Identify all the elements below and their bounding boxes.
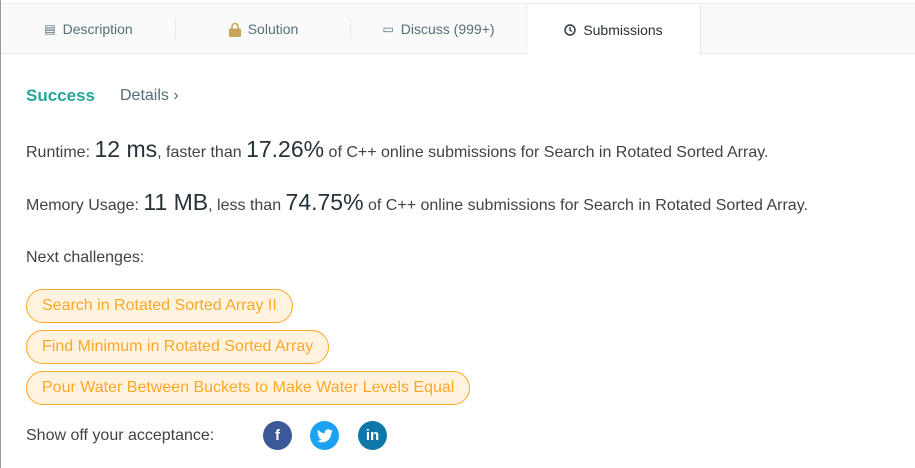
tab-discuss[interactable]: ▭ Discuss (999+) [351, 4, 526, 54]
runtime-line: Runtime: 12 ms, faster than 17.26% of C+… [26, 136, 769, 162]
tab-bar: ▤ Description Solution ▭ Discuss (999+) Su… [1, 3, 915, 55]
challenge-link[interactable]: Search in Rotated Sorted Array II [26, 289, 293, 323]
facebook-icon[interactable]: f [263, 421, 292, 450]
challenge-link[interactable]: Pour Water Between Buckets to Make Water… [26, 371, 471, 405]
clock-icon [564, 23, 577, 36]
linkedin-icon[interactable]: in [358, 421, 387, 450]
memory-value: 11 MB [143, 189, 209, 215]
lock-icon [228, 22, 241, 37]
details-link[interactable]: Details › [120, 87, 179, 105]
twitter-icon[interactable] [310, 421, 339, 450]
comment-icon: ▭ [382, 22, 394, 36]
success-label: Success [26, 86, 95, 105]
share-label: Show off your acceptance: [26, 427, 215, 444]
tab-submissions[interactable]: Submissions [526, 4, 701, 55]
next-challenges-label: Next challenges: [26, 249, 145, 266]
runtime-value: 12 ms [94, 136, 158, 162]
result-status: Success Details › [26, 86, 179, 106]
description-icon: ▤ [44, 22, 56, 36]
chevron-right-icon: › [173, 87, 179, 104]
challenge-link[interactable]: Find Minimum in Rotated Sorted Array [26, 330, 330, 364]
runtime-percent: 17.26% [246, 136, 325, 162]
memory-line: Memory Usage: 11 MB, less than 74.75% of… [26, 189, 808, 215]
tab-solution[interactable]: Solution [176, 4, 351, 54]
tab-description[interactable]: ▤ Description [1, 4, 176, 54]
memory-percent: 74.75% [285, 189, 364, 215]
